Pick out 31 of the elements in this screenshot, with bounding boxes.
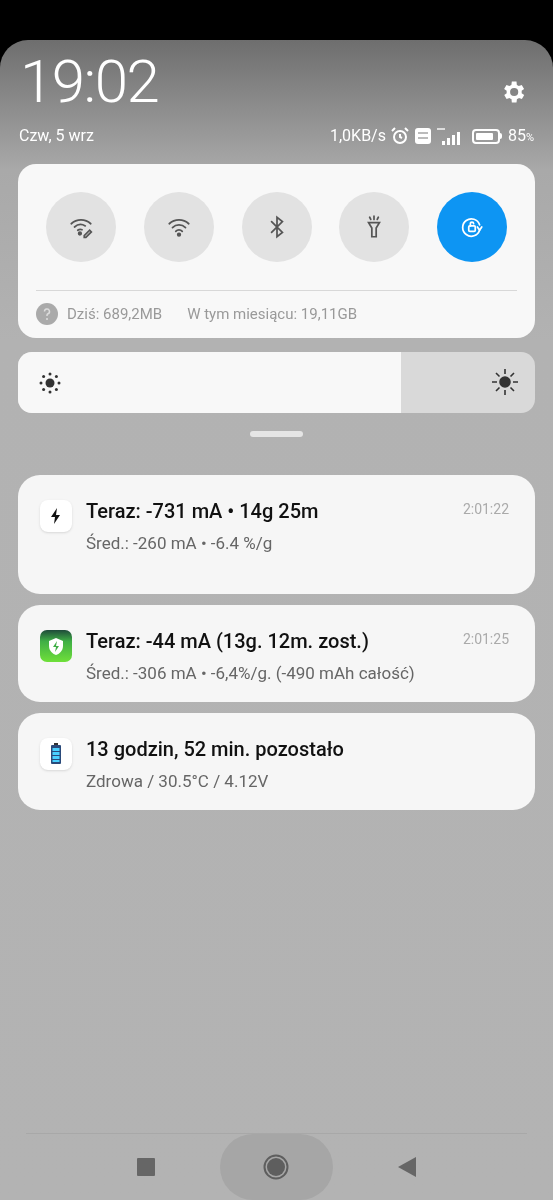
notification-text: Śred.: -306 mA • -6,4%/g. (-490 mAh całość) [86, 661, 416, 684]
notification-title: Teraz: -731 mA • 14g 25m [86, 497, 319, 524]
notification-time: 2:01:22 [462, 499, 509, 519]
home-circle-icon [262, 1153, 291, 1181]
notification-title: 13 godzin, 52 min. pozostało [86, 735, 344, 762]
shield-app-icon [40, 629, 72, 662]
notification-text: Zdrowa / 30.5°C / 4.12V [86, 769, 270, 792]
battery-app-icon [40, 737, 72, 770]
notification-text: Śred.: -260 mA • -6.4 %/g [86, 531, 274, 554]
brightness-high-icon [491, 367, 519, 396]
data-usage-month: W tym miesiącu: 19,11GB [187, 304, 358, 325]
network-speed: 1,0KB/s [329, 125, 386, 147]
battery-icon [471, 128, 502, 144]
notification-title: Teraz: -44 mA (13g. 12m. zost.) [86, 627, 369, 654]
date: Czw, 5 wrz [19, 125, 94, 147]
data-usage-today: Dziś: 689,2MB [67, 304, 163, 325]
help-icon [36, 303, 58, 326]
recents-button[interactable] [137, 1158, 156, 1176]
notification-card[interactable]: 13 godzin, 52 min. pozostało Zdrowa / 30.5°C / 4.12V [18, 712, 535, 810]
battery-percentage: 85% [507, 125, 534, 147]
notification-card[interactable]: Teraz: -731 mA • 14g 25m 2:01:22 Śred.: -260 mA • -6.4 %/g [18, 474, 535, 594]
bolt-app-icon [40, 499, 72, 532]
brightness-slider[interactable] [18, 351, 535, 413]
notification-card[interactable]: Teraz: -44 mA (13g. 12m. zost.) 2:01:25 Śred.: -306 mA • -6,4%/g. (-490 mAh całość) [18, 604, 535, 702]
drag-handle[interactable] [250, 430, 303, 437]
clock: 19:02 [20, 52, 159, 112]
alarm-icon [389, 126, 410, 146]
brightness-low-icon [38, 370, 62, 395]
volte-icon [413, 127, 432, 145]
notification-time: 2:01:25 [462, 629, 509, 649]
back-button[interactable] [397, 1157, 416, 1177]
